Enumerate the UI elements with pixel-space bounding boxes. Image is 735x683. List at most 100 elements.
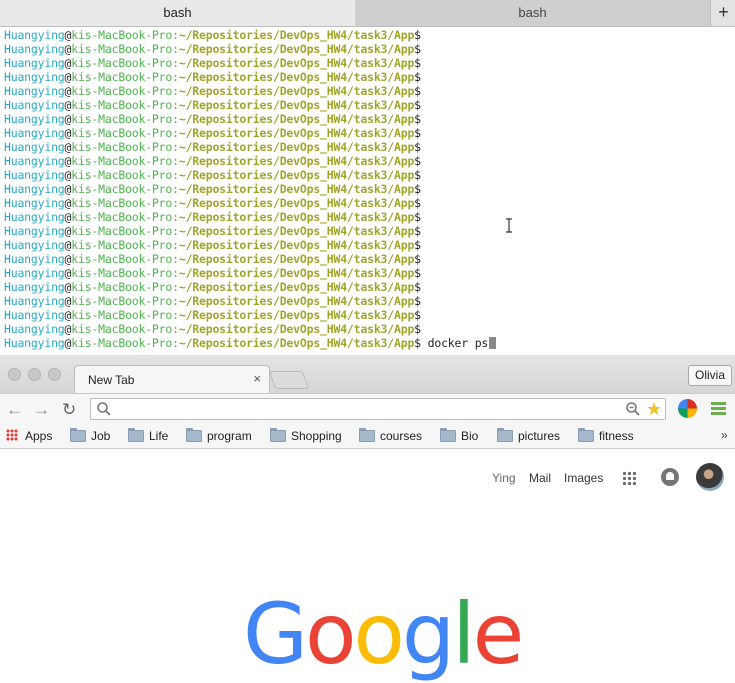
- folder-icon: [70, 428, 86, 442]
- terminal-prompt-line: Huangying@kis-MacBook-Pro:~/Repositories…: [4, 252, 732, 266]
- window-zoom-dot-icon[interactable]: [48, 368, 61, 381]
- avatar[interactable]: [696, 463, 724, 491]
- bookmarks-overflow-chevron-icon[interactable]: »: [721, 428, 728, 442]
- ntp-mail-link[interactable]: Mail: [529, 471, 551, 485]
- prompt-path: ~/Repositories/DevOps_HW4/task3/App: [178, 224, 415, 238]
- bookmark-folder-shopping[interactable]: Shopping: [270, 428, 342, 444]
- bookmark-folder-job[interactable]: Job: [70, 428, 110, 444]
- prompt-host: kis-MacBook-Pro: [71, 168, 173, 182]
- prompt-path: ~/Repositories/DevOps_HW4/task3/App: [178, 238, 415, 252]
- prompt-path: ~/Repositories/DevOps_HW4/task3/App: [178, 252, 415, 266]
- reload-icon[interactable]: ↻: [62, 400, 76, 420]
- bookmark-folder-pictures[interactable]: pictures: [497, 428, 560, 444]
- prompt-host: kis-MacBook-Pro: [71, 294, 173, 308]
- prompt-user: Huangying: [4, 42, 65, 56]
- chrome-menu-icon[interactable]: [711, 402, 726, 415]
- terminal-prompt-line: Huangying@kis-MacBook-Pro:~/Repositories…: [4, 126, 732, 140]
- prompt-user: Huangying: [4, 126, 65, 140]
- folder-icon: [578, 428, 594, 442]
- prompt-dollar: $: [414, 168, 421, 182]
- bookmark-folder-bio[interactable]: Bio: [440, 428, 478, 444]
- logo-letter: G: [243, 585, 308, 683]
- bookmark-folder-fitness[interactable]: fitness: [578, 428, 634, 444]
- prompt-user: Huangying: [4, 294, 65, 308]
- terminal-prompt-line: Huangying@kis-MacBook-Pro:~/Repositories…: [4, 322, 732, 336]
- prompt-host: kis-MacBook-Pro: [71, 252, 173, 266]
- prompt-dollar: $: [414, 294, 421, 308]
- prompt-colon: :: [172, 182, 179, 196]
- prompt-dollar: $: [414, 336, 421, 350]
- folder-icon: [270, 428, 286, 442]
- prompt-colon: :: [172, 154, 179, 168]
- bookmark-label: Shopping: [291, 429, 342, 443]
- prompt-path: ~/Repositories/DevOps_HW4/task3/App: [178, 98, 415, 112]
- prompt-host: kis-MacBook-Pro: [71, 308, 173, 322]
- terminal-command-input[interactable]: docker ps: [421, 336, 489, 350]
- prompt-user: Huangying: [4, 224, 65, 238]
- address-bar[interactable]: ★: [90, 398, 666, 420]
- terminal-prompt-line: Huangying@kis-MacBook-Pro:~/Repositories…: [4, 42, 732, 56]
- terminal-prompt-line: Huangying@kis-MacBook-Pro:~/Repositories…: [4, 210, 732, 224]
- prompt-path: ~/Repositories/DevOps_HW4/task3/App: [178, 168, 415, 182]
- chrome-toolbar: ← → ↻ ★: [0, 393, 735, 424]
- prompt-dollar: $: [414, 154, 421, 168]
- terminal-prompt-line: Huangying@kis-MacBook-Pro:~/Repositories…: [4, 308, 732, 322]
- prompt-dollar: $: [414, 210, 421, 224]
- back-arrow-icon[interactable]: ←: [6, 400, 23, 420]
- prompt-path: ~/Repositories/DevOps_HW4/task3/App: [178, 140, 415, 154]
- terminal-prompt-line: Huangying@kis-MacBook-Pro:~/Repositories…: [4, 224, 732, 238]
- profile-button[interactable]: Olivia: [688, 365, 732, 386]
- prompt-path: ~/Repositories/DevOps_HW4/task3/App: [178, 308, 415, 322]
- prompt-colon: :: [172, 140, 179, 154]
- prompt-host: kis-MacBook-Pro: [71, 112, 173, 126]
- prompt-host: kis-MacBook-Pro: [71, 238, 173, 252]
- prompt-dollar: $: [414, 112, 421, 126]
- bookmark-label: program: [207, 429, 252, 443]
- terminal-prompt-line: Huangying@kis-MacBook-Pro:~/Repositories…: [4, 294, 732, 308]
- prompt-host: kis-MacBook-Pro: [71, 84, 173, 98]
- terminal-tab-bar: bash bash +: [0, 0, 735, 27]
- prompt-colon: :: [172, 168, 179, 182]
- prompt-colon: :: [172, 322, 179, 336]
- bookmark-star-icon[interactable]: ★: [646, 399, 662, 419]
- new-tab-button[interactable]: [268, 371, 310, 389]
- notification-bell-icon[interactable]: [661, 468, 679, 486]
- prompt-user: Huangying: [4, 70, 65, 84]
- chrome-window: New Tab × Olivia ← → ↻ ★ Apps Job Life p…: [0, 355, 735, 679]
- prompt-dollar: $: [414, 322, 421, 336]
- terminal-prompt-line: Huangying@kis-MacBook-Pro:~/Repositories…: [4, 182, 732, 196]
- chrome-tab-new-tab[interactable]: New Tab ×: [74, 365, 270, 393]
- terminal-prompt-line: Huangying@kis-MacBook-Pro:~/Repositories…: [4, 56, 732, 70]
- prompt-colon: :: [172, 28, 179, 42]
- window-minimize-dot-icon[interactable]: [28, 368, 41, 381]
- bookmark-folder-program[interactable]: program: [186, 428, 252, 444]
- folder-icon: [440, 428, 456, 442]
- terminal-prompt-line: Huangying@kis-MacBook-Pro:~/Repositories…: [4, 84, 732, 98]
- tab-close-icon[interactable]: ×: [253, 371, 261, 386]
- bookmark-folder-courses[interactable]: courses: [359, 428, 422, 444]
- prompt-user: Huangying: [4, 238, 65, 252]
- prompt-dollar: $: [414, 224, 421, 238]
- window-close-dot-icon[interactable]: [8, 368, 21, 381]
- prompt-user: Huangying: [4, 140, 65, 154]
- prompt-user: Huangying: [4, 56, 65, 70]
- ntp-user-link[interactable]: Ying: [492, 471, 516, 485]
- terminal-new-tab-button[interactable]: +: [712, 0, 735, 26]
- prompt-host: kis-MacBook-Pro: [71, 28, 173, 42]
- zoom-icon[interactable]: [625, 401, 641, 417]
- ntp-images-link[interactable]: Images: [564, 471, 603, 485]
- terminal-tab-bash[interactable]: bash: [355, 0, 711, 26]
- chrome-tab-strip: New Tab × Olivia: [0, 355, 735, 393]
- google-apps-grid-icon[interactable]: [622, 471, 637, 486]
- forward-arrow-icon[interactable]: →: [33, 400, 50, 420]
- prompt-path: ~/Repositories/DevOps_HW4/task3/App: [178, 294, 415, 308]
- prompt-user: Huangying: [4, 308, 65, 322]
- terminal-output[interactable]: Huangying@kis-MacBook-Pro:~/Repositories…: [4, 28, 732, 350]
- bookmark-apps[interactable]: Apps: [6, 428, 52, 444]
- bookmark-folder-life[interactable]: Life: [128, 428, 168, 444]
- prompt-path: ~/Repositories/DevOps_HW4/task3/App: [178, 196, 415, 210]
- prompt-dollar: $: [414, 126, 421, 140]
- terminal-tab-bash-active[interactable]: bash: [0, 0, 356, 26]
- prompt-colon: :: [172, 280, 179, 294]
- extension-icon[interactable]: [678, 399, 697, 418]
